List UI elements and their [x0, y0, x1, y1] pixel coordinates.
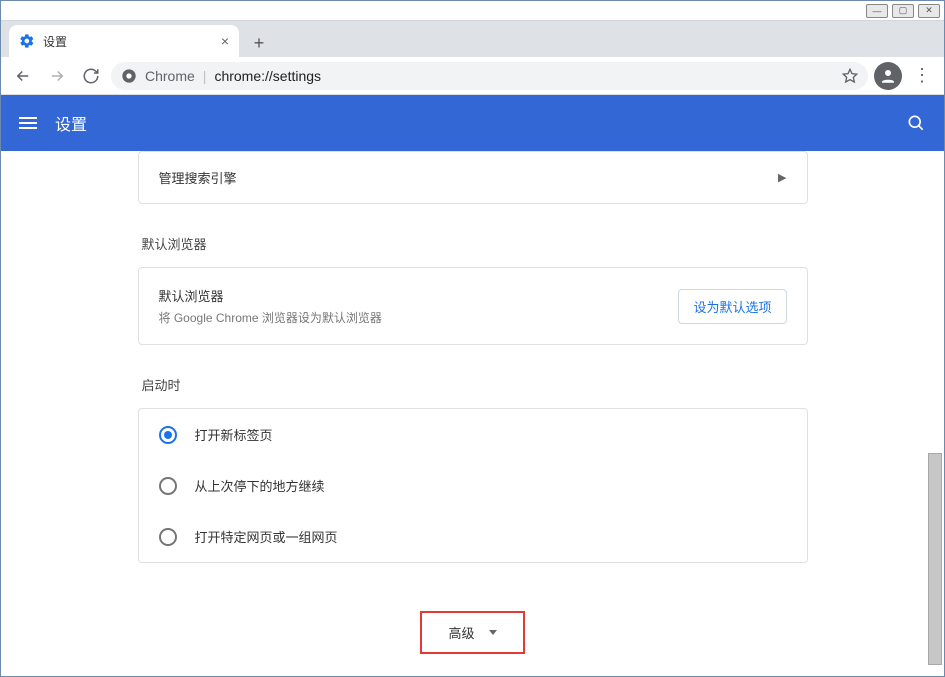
default-browser-section-label: 默认浏览器 — [142, 234, 808, 253]
manage-search-engines-label: 管理搜索引擎 — [159, 168, 237, 187]
radio-icon[interactable] — [159, 477, 177, 495]
default-browser-subtitle: 将 Google Chrome 浏览器设为默认浏览器 — [159, 309, 382, 326]
make-default-button[interactable]: 设为默认选项 — [678, 289, 786, 324]
startup-option-label: 打开新标签页 — [195, 425, 273, 444]
startup-section-label: 启动时 — [142, 375, 808, 394]
window-titlebar: — ▢ ✕ — [1, 1, 944, 21]
new-tab-button[interactable]: + — [245, 29, 273, 57]
gear-icon — [19, 33, 35, 49]
tab-title: 设置 — [43, 33, 67, 50]
bookmark-star-icon[interactable] — [842, 68, 858, 84]
url-separator: | — [203, 68, 207, 84]
hamburger-menu-icon[interactable] — [19, 117, 37, 129]
window-close-button[interactable]: ✕ — [918, 4, 940, 18]
manage-search-engines-row[interactable]: 管理搜索引擎 ▶ — [139, 152, 807, 203]
caret-down-icon — [489, 630, 497, 635]
omnibox[interactable]: Chrome | chrome://settings — [111, 62, 868, 90]
radio-icon[interactable] — [159, 426, 177, 444]
radio-icon[interactable] — [159, 528, 177, 546]
manage-search-engines-card: 管理搜索引擎 ▶ — [138, 151, 808, 204]
window-maximize-button[interactable]: ▢ — [892, 4, 914, 18]
startup-option-continue[interactable]: 从上次停下的地方继续 — [139, 460, 807, 511]
back-button[interactable] — [9, 62, 37, 90]
startup-option-specific-pages[interactable]: 打开特定网页或一组网页 — [139, 511, 807, 562]
startup-option-label: 打开特定网页或一组网页 — [195, 527, 338, 546]
close-tab-icon[interactable]: × — [221, 33, 229, 49]
kebab-menu-icon[interactable]: ⋮ — [908, 65, 936, 86]
address-bar: Chrome | chrome://settings ⋮ — [1, 57, 944, 95]
chevron-right-icon: ▶ — [778, 171, 786, 184]
search-icon[interactable] — [906, 113, 926, 133]
forward-button[interactable] — [43, 62, 71, 90]
startup-card: 打开新标签页 从上次停下的地方继续 打开特定网页或一组网页 — [138, 408, 808, 563]
reload-button[interactable] — [77, 62, 105, 90]
url-prefix: Chrome — [145, 68, 195, 84]
settings-header: 设置 — [1, 95, 944, 151]
default-browser-card: 默认浏览器 将 Google Chrome 浏览器设为默认浏览器 设为默认选项 — [138, 267, 808, 345]
default-browser-title: 默认浏览器 — [159, 286, 382, 305]
chrome-icon — [121, 68, 137, 84]
startup-option-new-tab[interactable]: 打开新标签页 — [139, 409, 807, 460]
settings-header-title: 设置 — [55, 111, 87, 135]
browser-tab-strip: 设置 × + — [1, 21, 944, 57]
settings-content-scroll[interactable]: 管理搜索引擎 ▶ 默认浏览器 默认浏览器 将 Google Chrome 浏览器… — [2, 151, 943, 675]
profile-avatar-icon[interactable] — [874, 62, 902, 90]
window-minimize-button[interactable]: — — [866, 4, 888, 18]
advanced-label: 高级 — [448, 623, 474, 642]
url-text: chrome://settings — [214, 68, 321, 84]
advanced-toggle-button[interactable]: 高级 — [420, 611, 524, 654]
browser-tab-active[interactable]: 设置 × — [9, 25, 239, 57]
scrollbar-thumb[interactable] — [928, 453, 942, 665]
startup-option-label: 从上次停下的地方继续 — [195, 476, 325, 495]
